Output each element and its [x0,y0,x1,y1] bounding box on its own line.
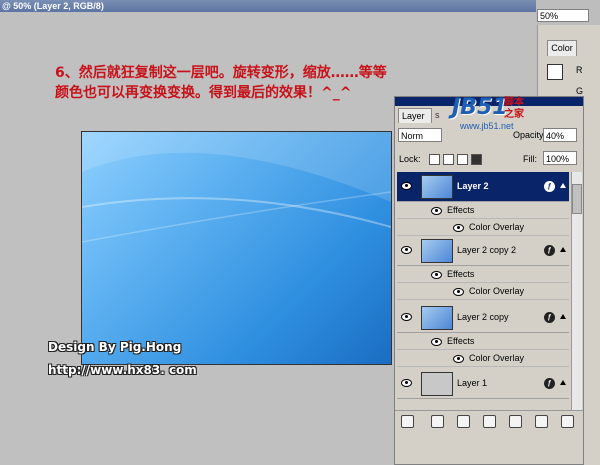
eye-icon[interactable] [431,338,442,346]
fill-label: Fill: [523,154,537,164]
foreground-swatch[interactable] [547,64,563,80]
fx-icon: ƒ [544,245,555,256]
effects-row[interactable]: Effects [397,202,569,219]
layer-row-layer-2-copy-2[interactable]: Layer 2 copy 2 ƒ [397,236,569,266]
fill-input[interactable]: 100% [543,151,577,165]
eye-icon[interactable] [401,313,412,321]
eye-icon[interactable] [431,207,442,215]
effects-label: Effects [447,205,475,215]
effects-label: Effects [447,336,475,346]
jb51-logo: JB51 脚本 之家 www.jb51.net [452,95,527,135]
layers-list: Layer 2 ƒ Effects Color Overlay Layer 2 … [397,172,569,410]
trash-icon[interactable] [561,415,574,428]
blend-mode-select[interactable]: Norm [398,128,442,142]
eye-icon[interactable] [431,271,442,279]
new-group-icon[interactable] [509,415,522,428]
opacity-input[interactable]: 40% [543,128,577,142]
document-titlebar[interactable]: @ 50% (Layer 2, RGB/8) [0,0,536,12]
eye-icon[interactable] [401,182,412,190]
effect-name: Color Overlay [469,286,525,296]
adjustment-layer-icon[interactable] [483,415,496,428]
effect-row[interactable]: Color Overlay [397,350,569,367]
instruction-text: 6、然后就狂复制这一层吧。旋转变形，缩放……等等 颜色也可以再变换变换。得到最后… [55,63,387,103]
expand-toggle-icon[interactable] [560,380,566,385]
effects-row[interactable]: Effects [397,266,569,283]
layers-footer-toolbar [395,410,583,431]
effect-name: Color Overlay [469,353,525,363]
layers-scrollbar[interactable] [571,172,582,410]
effects-label: Effects [447,269,475,279]
eye-icon[interactable] [453,224,464,232]
eye-icon[interactable] [401,246,412,254]
add-style-icon[interactable] [431,415,444,428]
layer-row-layer-2[interactable]: Layer 2 ƒ [397,172,569,202]
scrollbar-thumb[interactable] [572,184,582,214]
layer-thumbnail [421,306,453,330]
fx-icon: ƒ [544,181,555,192]
layer-name: Layer 2 copy [457,312,509,322]
logo-side-top: 脚本 [504,97,524,108]
eye-icon[interactable] [401,379,412,387]
layer-name: Layer 1 [457,378,488,388]
new-layer-icon[interactable] [535,415,548,428]
logo-main-text: JB51 [452,95,508,120]
lock-move-icon[interactable] [457,154,468,165]
document-title: @ 50% (Layer 2, RGB/8) [2,1,104,11]
lock-transparency-icon[interactable] [429,154,440,165]
expand-toggle-icon[interactable] [560,247,566,252]
expand-toggle-icon[interactable] [560,183,566,188]
layer-thumbnail [421,372,453,396]
effect-row[interactable]: Color Overlay [397,219,569,236]
layer-row-layer-2-copy[interactable]: Layer 2 copy ƒ [397,303,569,333]
lock-label: Lock: [399,154,421,164]
eye-icon[interactable] [453,355,464,363]
link-layers-icon[interactable] [401,415,414,428]
document-image[interactable] [81,131,392,365]
instruction-line-2: 颜色也可以再变换变换。得到最后的效果！^_^ [55,85,352,101]
watermark-credit: Design By Pig.Hong [48,340,182,354]
effect-name: Color Overlay [469,222,525,232]
color-g-label: G [576,86,584,96]
layer-row-layer-1[interactable]: Layer 1 ƒ [397,369,569,399]
fx-icon: ƒ [544,312,555,323]
layer-thumbnail [421,239,453,263]
logo-url: www.jb51.net [460,121,514,131]
wave-graphic [82,132,391,243]
layer-name: Layer 2 [457,181,489,191]
zoom-input[interactable]: 50% [537,9,589,22]
color-r-label: R [576,65,583,75]
tab-layers[interactable]: Layer [398,108,432,123]
effects-row[interactable]: Effects [397,333,569,350]
fx-icon: ƒ [544,378,555,389]
logo-side-text: 脚本 之家 [504,97,524,121]
logo-side-bottom: 之家 [504,109,524,120]
tab-channels[interactable]: s [435,110,440,120]
layer-thumbnail [421,175,453,199]
watermark-url: http://www.hx83. com [48,363,197,377]
eye-icon[interactable] [453,288,464,296]
tab-color[interactable]: Color [547,40,577,56]
expand-toggle-icon[interactable] [560,314,566,319]
layer-name: Layer 2 copy 2 [457,245,517,255]
layers-panel: Layer s Norm Opacity: 40% Lock: Fill: 10… [394,96,584,465]
lock-all-icon[interactable] [471,154,482,165]
lock-paint-icon[interactable] [443,154,454,165]
instruction-line-1: 6、然后就狂复制这一层吧。旋转变形，缩放……等等 [55,65,387,81]
effect-row[interactable]: Color Overlay [397,283,569,300]
add-mask-icon[interactable] [457,415,470,428]
